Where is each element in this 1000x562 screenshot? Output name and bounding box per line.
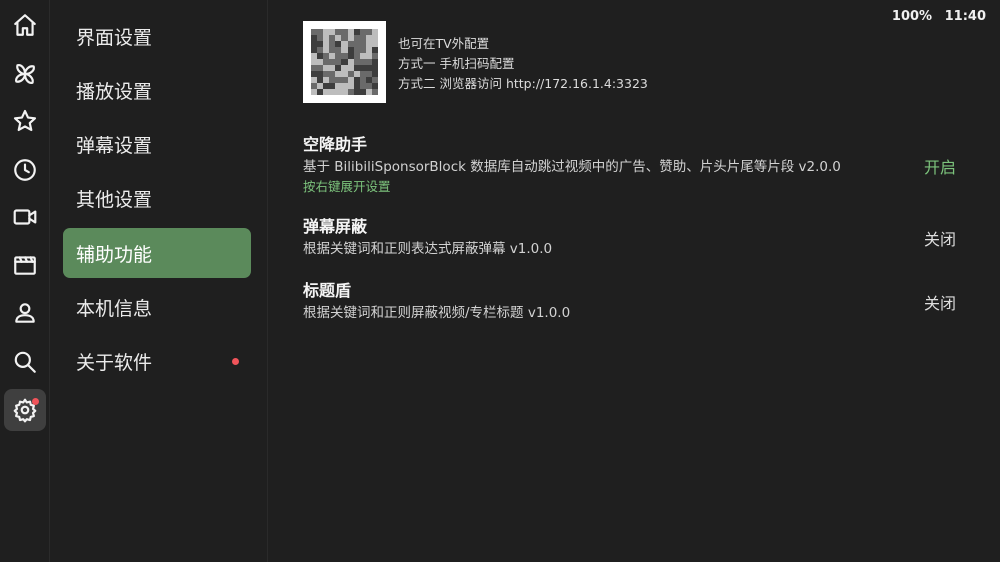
user-icon: [15, 303, 35, 323]
home-icon: [14, 14, 36, 36]
menu-item-other[interactable]: 其他设置: [63, 173, 251, 223]
menu-item-device-info[interactable]: 本机信息: [63, 282, 251, 332]
menu-item-label: 本机信息: [76, 297, 153, 320]
feature-title: 标题盾: [303, 281, 352, 300]
status-bar: 100% 11:40: [884, 9, 986, 24]
qr-instructions: 也可在TV外配置 方式一 手机扫码配置 方式二 浏览器访问 http://172…: [398, 34, 648, 94]
feature-toggle-state[interactable]: 关闭: [924, 226, 956, 250]
config-qr-code: [303, 21, 386, 103]
rail-profile[interactable]: [4, 292, 46, 334]
search-icon: [14, 351, 36, 373]
rail-movies[interactable]: [4, 244, 46, 286]
rail-history[interactable]: [4, 149, 46, 191]
feature-title-shield[interactable]: 标题盾 根据关键词和正则屏蔽视频/专栏标题 v1.0.0 关闭: [303, 279, 963, 324]
menu-item-interface[interactable]: 界面设置: [63, 11, 251, 61]
feature-description: 基于 BilibiliSponsorBlock 数据库自动跳过视频中的广告、赞助…: [303, 159, 841, 175]
feature-title: 空降助手: [303, 135, 368, 154]
feature-danmaku-block[interactable]: 弹幕屏蔽 根据关键词和正则表达式屏蔽弹幕 v1.0.0 关闭: [303, 215, 963, 260]
app-window: 100% 11:40 界面设置 播放设置 弹幕设置 其他设置 辅助功能 本机信息…: [0, 0, 1000, 562]
rail-discover[interactable]: [4, 53, 46, 95]
about-badge-dot: [232, 358, 239, 365]
menu-item-danmaku[interactable]: 弹幕设置: [63, 119, 251, 169]
feature-toggle-state[interactable]: 开启: [924, 154, 956, 178]
rail-settings[interactable]: [4, 389, 46, 431]
settings-menu: 界面设置 播放设置 弹幕设置 其他设置 辅助功能 本机信息 关于软件: [52, 0, 268, 562]
battery-level: 100%: [891, 9, 933, 24]
rail-live[interactable]: [4, 196, 46, 238]
settings-badge-dot: [32, 398, 39, 405]
menu-item-label: 关于软件: [76, 351, 153, 374]
feature-description: 根据关键词和正则表达式屏蔽弹幕 v1.0.0: [303, 241, 553, 257]
clapperboard-icon: [14, 256, 36, 275]
rail-favorites[interactable]: [4, 100, 46, 142]
qr-line-1: 也可在TV外配置: [398, 36, 490, 51]
qr-line-2: 方式一 手机扫码配置: [398, 56, 515, 71]
menu-item-about[interactable]: 关于软件: [63, 336, 251, 386]
rail-home[interactable]: [4, 4, 46, 46]
menu-item-label: 播放设置: [76, 80, 153, 103]
menu-item-label: 其他设置: [76, 188, 153, 211]
feature-description: 根据关键词和正则屏蔽视频/专栏标题 v1.0.0: [303, 305, 571, 321]
icon-rail: [0, 0, 50, 562]
menu-item-accessibility[interactable]: 辅助功能: [63, 228, 251, 278]
star-icon: [13, 109, 37, 132]
qr-line-3: 方式二 浏览器访问 http://172.16.1.4:3323: [398, 76, 648, 91]
menu-item-label: 界面设置: [76, 26, 153, 49]
feature-sponsor-skip[interactable]: 空降助手 基于 BilibiliSponsorBlock 数据库自动跳过视频中的…: [303, 133, 963, 196]
pinwheel-icon: [15, 64, 35, 84]
menu-item-label: 弹幕设置: [76, 134, 153, 157]
clock-icon: [14, 159, 36, 181]
feature-toggle-state[interactable]: 关闭: [924, 290, 956, 314]
feature-hint: 按右键展开设置: [303, 179, 391, 194]
feature-title: 弹幕屏蔽: [303, 217, 368, 236]
menu-item-playback[interactable]: 播放设置: [63, 65, 251, 115]
rail-search[interactable]: [4, 341, 46, 383]
video-camera-icon: [13, 209, 37, 225]
menu-item-label: 辅助功能: [76, 243, 153, 266]
clock-time: 11:40: [944, 9, 986, 24]
qr-pattern: [311, 29, 378, 95]
